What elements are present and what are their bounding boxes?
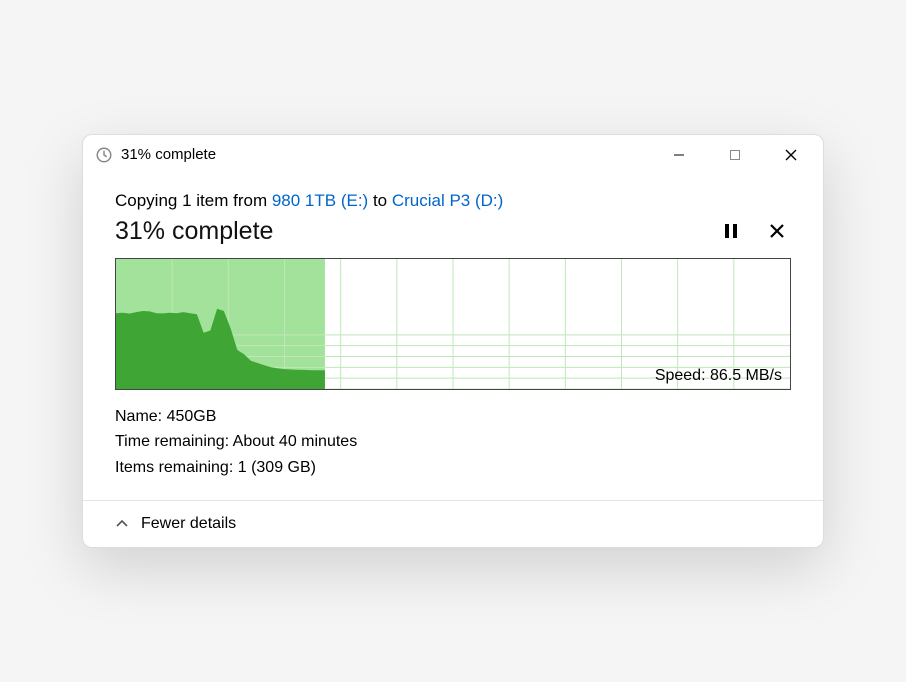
time-label: Time remaining: (115, 433, 233, 450)
copy-prefix: Copying 1 item from (115, 191, 272, 210)
copy-middle: to (368, 191, 392, 210)
window-title: 31% complete (121, 146, 651, 163)
dialog-footer: Fewer details (83, 500, 823, 547)
destination-link[interactable]: Crucial P3 (D:) (392, 191, 503, 210)
pause-button[interactable] (717, 217, 745, 245)
maximize-button[interactable] (707, 135, 763, 175)
source-link[interactable]: 980 1TB (E:) (272, 191, 368, 210)
detail-items: Items remaining: 1 (309 GB) (115, 455, 791, 481)
name-value: 450GB (167, 408, 217, 425)
close-button[interactable] (763, 135, 819, 175)
time-value: About 40 minutes (233, 433, 358, 450)
copy-description: Copying 1 item from 980 1TB (E:) to Cruc… (115, 191, 791, 211)
minimize-button[interactable] (651, 135, 707, 175)
detail-name: Name: 450GB (115, 404, 791, 430)
name-label: Name: (115, 408, 167, 425)
titlebar: 31% complete (83, 135, 823, 175)
speed-chart: Speed: 86.5 MB/s (115, 258, 791, 390)
items-label: Items remaining: (115, 459, 238, 476)
cancel-button[interactable] (763, 217, 791, 245)
chevron-up-icon (115, 517, 129, 531)
toggle-details-button[interactable]: Fewer details (115, 515, 236, 533)
detail-time: Time remaining: About 40 minutes (115, 429, 791, 455)
details-block: Name: 450GB Time remaining: About 40 min… (115, 404, 791, 481)
speed-label-text: Speed: (655, 367, 710, 384)
file-copy-dialog: 31% complete Copying 1 item from 980 1TB… (82, 134, 824, 549)
speed-label: Speed: 86.5 MB/s (655, 367, 782, 385)
speed-value: 86.5 MB/s (710, 367, 782, 384)
progress-row: 31% complete (115, 217, 791, 246)
progress-percent: 31% complete (115, 217, 699, 246)
items-value: 1 (309 GB) (238, 459, 316, 476)
clock-icon (95, 146, 113, 164)
dialog-content: Copying 1 item from 980 1TB (E:) to Cruc… (83, 175, 823, 501)
toggle-details-label: Fewer details (141, 515, 236, 533)
